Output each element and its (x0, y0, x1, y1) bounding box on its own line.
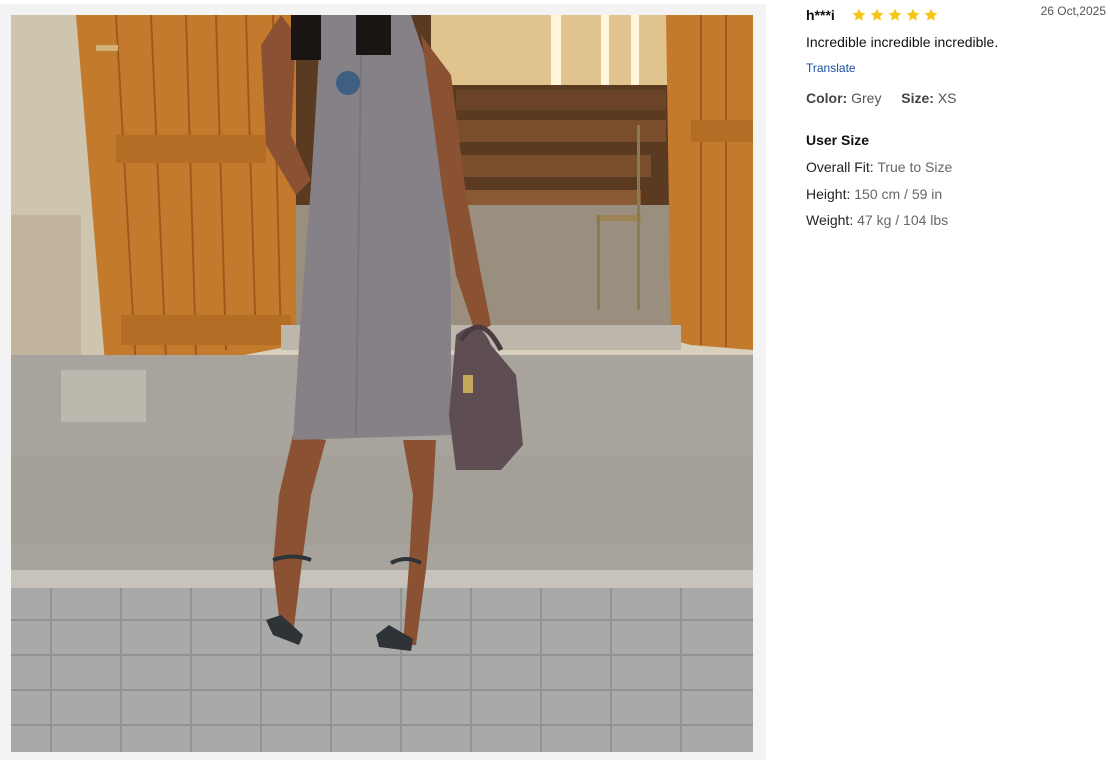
reviewer-name: h***i (806, 7, 835, 23)
review-card: h***i 26 Oct,2025 Incredible incredible … (0, 0, 1110, 760)
height-value: 150 cm / 59 in (854, 186, 943, 202)
overall-fit-label: Overall Fit: (806, 159, 874, 175)
star-icon (888, 8, 902, 21)
review-photo[interactable] (11, 15, 753, 752)
review-date: 26 Oct,2025 (1040, 4, 1106, 18)
weight-line: Weight: 47 kg / 104 lbs (806, 212, 948, 228)
height-line: Height: 150 cm / 59 in (806, 186, 942, 202)
reviewer-row: h***i (806, 6, 939, 24)
review-photo-image (11, 15, 753, 752)
size-label: Size: (901, 90, 934, 106)
size-value: XS (937, 90, 957, 106)
overall-fit-line: Overall Fit: True to Size (806, 159, 952, 175)
weight-label: Weight: (806, 212, 854, 228)
purchase-attributes: Color: Grey Size: XS (806, 90, 957, 106)
star-icon (870, 8, 884, 21)
overall-fit-value: True to Size (877, 159, 953, 175)
color-value: Grey (851, 90, 882, 106)
star-rating (851, 7, 939, 23)
height-label: Height: (806, 186, 851, 202)
review-details: h***i 26 Oct,2025 Incredible incredible … (806, 0, 1106, 760)
star-icon (906, 8, 920, 21)
star-icon (924, 8, 938, 21)
review-comment: Incredible incredible incredible. (806, 34, 999, 50)
review-photo-frame (0, 4, 766, 760)
weight-value: 47 kg / 104 lbs (857, 212, 949, 228)
star-icon (852, 8, 866, 21)
color-label: Color: (806, 90, 848, 106)
translate-link[interactable]: Translate (806, 61, 856, 75)
user-size-title: User Size (806, 132, 870, 148)
